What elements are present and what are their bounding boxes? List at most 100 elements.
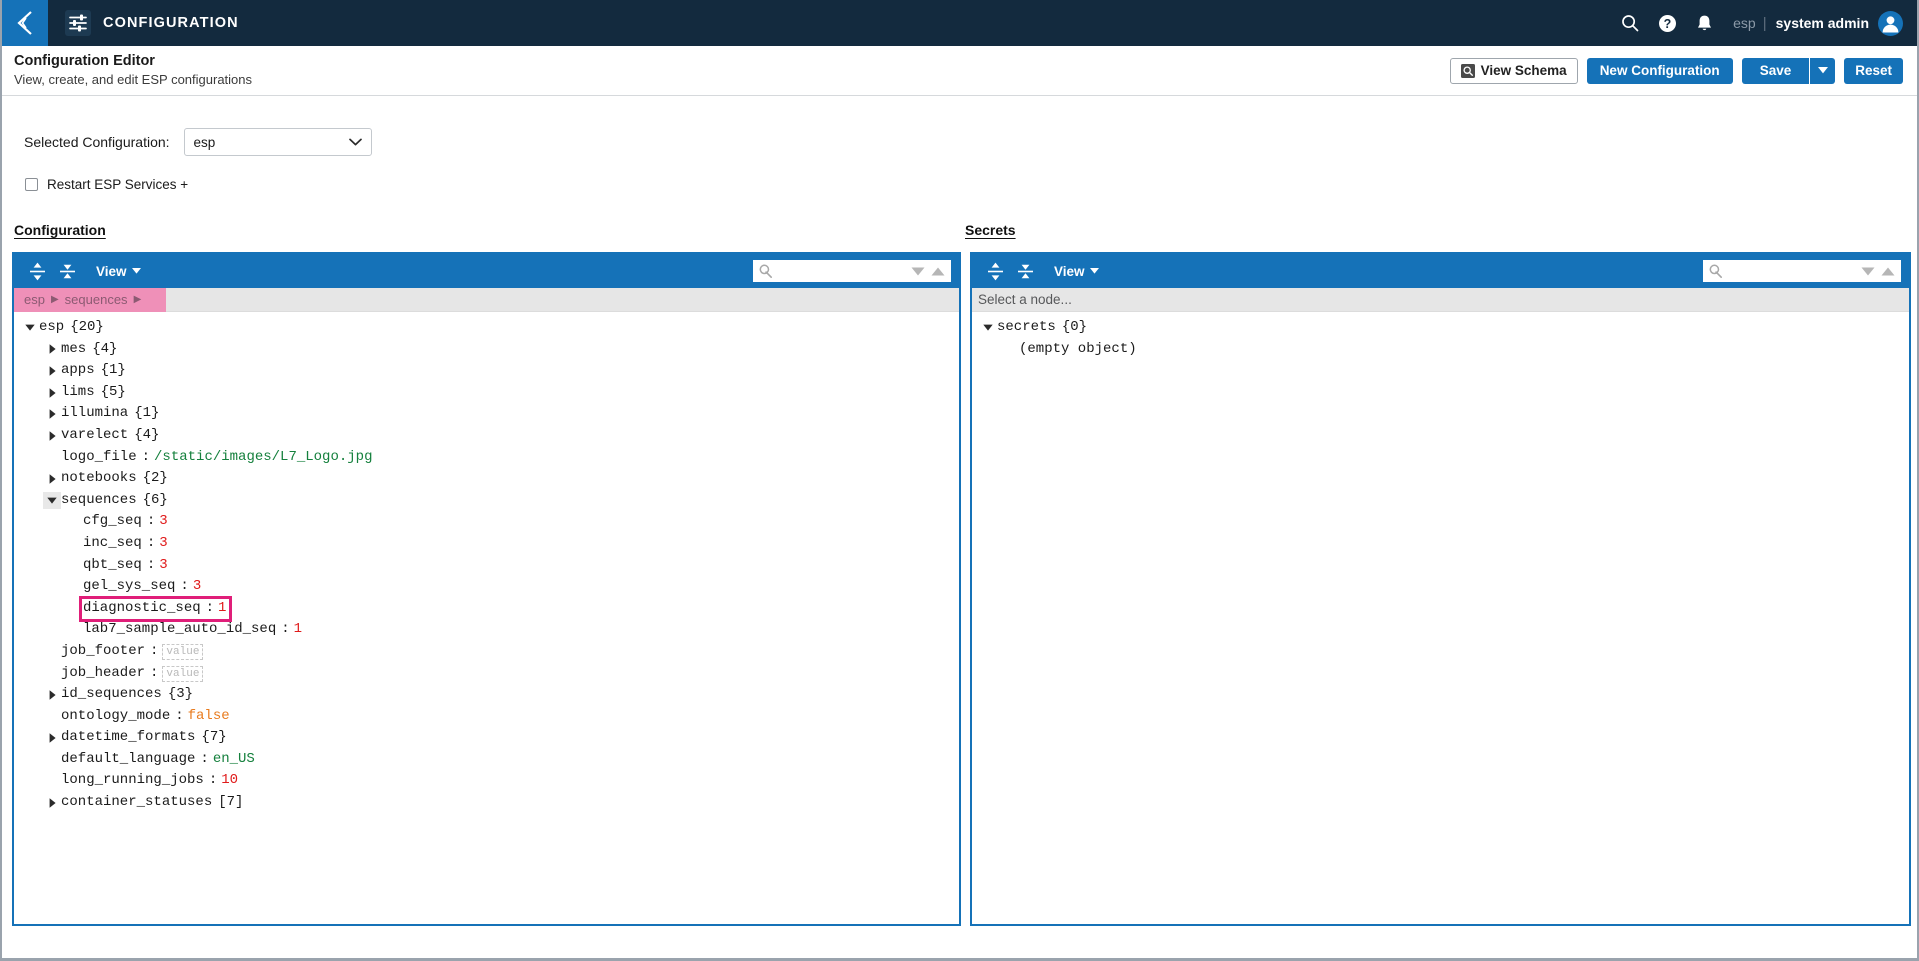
configuration-view-menu[interactable]: View — [96, 264, 141, 279]
tree-node[interactable]: diagnostic_seq:1 — [14, 595, 959, 622]
tree-node-key[interactable]: job_footer — [61, 643, 145, 659]
tree-node-key[interactable]: cfg_seq — [83, 513, 142, 529]
expand-all-icon[interactable] — [22, 257, 52, 285]
tree-node-value[interactable]: 1 — [294, 621, 302, 637]
tree-twisty-collapsed-icon[interactable] — [43, 427, 61, 444]
triangle-down-icon[interactable] — [1861, 267, 1875, 276]
restart-services-checkbox[interactable] — [25, 178, 38, 191]
tree-twisty-collapsed-icon[interactable] — [43, 341, 61, 358]
restart-services-label[interactable]: Restart ESP Services + — [47, 177, 188, 192]
tree-node[interactable]: (empty object) — [972, 339, 1909, 361]
tree-node-key[interactable]: qbt_seq — [83, 557, 142, 573]
triangle-down-icon[interactable] — [911, 267, 925, 276]
tree-node-key[interactable]: secrets — [997, 319, 1056, 335]
save-button[interactable]: Save — [1741, 57, 1810, 84]
tree-node[interactable]: illumina {1} — [14, 403, 959, 425]
configuration-search-input[interactable] — [773, 262, 907, 280]
tree-node-key[interactable]: lab7_sample_auto_id_seq — [83, 621, 276, 637]
tree-node[interactable]: esp {20} — [14, 317, 959, 339]
tree-node-key[interactable]: notebooks — [61, 470, 137, 486]
tree-node-key[interactable]: esp — [39, 319, 64, 335]
tree-node[interactable]: logo_file:/static/images/L7_Logo.jpg — [14, 447, 959, 469]
triangle-up-icon[interactable] — [1881, 267, 1895, 276]
tree-node[interactable]: cfg_seq:3 — [14, 511, 959, 533]
tree-node-value[interactable]: 1 — [218, 598, 226, 620]
collapse-all-icon[interactable] — [1010, 257, 1040, 285]
new-configuration-button[interactable]: New Configuration — [1586, 57, 1733, 84]
tree-node-key[interactable]: long_running_jobs — [61, 772, 204, 788]
tree-node[interactable]: mes {4} — [14, 339, 959, 361]
tree-twisty-expanded-icon[interactable] — [21, 319, 39, 336]
tree-node[interactable]: job_header: value — [14, 663, 959, 685]
secrets-tree[interactable]: secrets {0} (empty object) — [972, 312, 1909, 924]
collapse-all-icon[interactable] — [52, 257, 82, 285]
tree-node[interactable]: datetime_formats {7} — [14, 727, 959, 749]
tree-node-key[interactable]: datetime_formats — [61, 729, 195, 745]
tree-node[interactable]: ontology_mode: false — [14, 706, 959, 728]
tree-node-key[interactable]: apps — [61, 362, 95, 378]
tree-node-value[interactable]: 10 — [221, 772, 238, 788]
tree-node-empty-value[interactable]: value — [162, 643, 204, 660]
tree-node[interactable]: lab7_sample_auto_id_seq:1 — [14, 619, 959, 641]
tree-node-value[interactable]: false — [188, 708, 230, 724]
back-button[interactable] — [2, 0, 48, 46]
avatar[interactable] — [1878, 10, 1903, 36]
configuration-search-box[interactable] — [753, 260, 951, 282]
tree-node-key[interactable]: default_language — [61, 751, 195, 767]
tree-twisty-expanded-icon[interactable] — [43, 492, 61, 510]
reset-button[interactable]: Reset — [1844, 57, 1903, 84]
breadcrumb[interactable]: esp ▶ sequences ▶ — [14, 287, 166, 312]
tree-node-key[interactable]: inc_seq — [83, 535, 142, 551]
tree-node-key[interactable]: illumina — [61, 405, 128, 421]
tree-node[interactable]: sequences {6} — [14, 490, 959, 512]
tree-twisty-expanded-icon[interactable] — [979, 319, 997, 336]
tree-node-key[interactable]: container_statuses — [61, 794, 212, 810]
tree-node-key[interactable]: job_header — [61, 665, 145, 681]
breadcrumb-item-sequences[interactable]: sequences — [65, 292, 128, 307]
tree-node-value[interactable]: en_US — [213, 751, 255, 767]
tree-twisty-collapsed-icon[interactable] — [43, 406, 61, 423]
tree-node[interactable]: secrets {0} — [972, 317, 1909, 339]
tree-node-key[interactable]: lims — [61, 384, 95, 400]
breadcrumb-item-esp[interactable]: esp — [24, 292, 45, 307]
tree-node-value[interactable]: /static/images/L7_Logo.jpg — [154, 449, 372, 465]
tree-node-value[interactable]: 3 — [159, 557, 167, 573]
tree-twisty-collapsed-icon[interactable] — [43, 686, 61, 703]
tree-node-key[interactable]: ontology_mode — [61, 708, 170, 724]
tree-node-key[interactable]: sequences — [61, 492, 137, 508]
tree-node[interactable]: lims {5} — [14, 382, 959, 404]
triangle-up-icon[interactable] — [931, 267, 945, 276]
tree-node[interactable]: id_sequences {3} — [14, 684, 959, 706]
tree-node[interactable]: job_footer: value — [14, 641, 959, 663]
tree-node[interactable]: inc_seq:3 — [14, 533, 959, 555]
secrets-search-box[interactable] — [1703, 260, 1901, 282]
bell-icon[interactable] — [1687, 0, 1721, 46]
tree-node[interactable]: qbt_seq:3 — [14, 555, 959, 577]
help-circle-icon[interactable]: ? — [1650, 0, 1684, 46]
tree-node-key[interactable]: mes — [61, 341, 86, 357]
tree-node-key[interactable]: gel_sys_seq — [83, 578, 175, 594]
search-icon[interactable] — [1613, 0, 1647, 46]
tree-node[interactable]: apps {1} — [14, 360, 959, 382]
tree-node[interactable]: long_running_jobs:10 — [14, 770, 959, 792]
tree-node[interactable]: default_language: en_US — [14, 749, 959, 771]
tree-twisty-collapsed-icon[interactable] — [43, 384, 61, 401]
tree-node-value[interactable]: 3 — [193, 578, 201, 594]
tree-node[interactable]: notebooks {2} — [14, 468, 959, 490]
tree-node-value[interactable]: 3 — [159, 513, 167, 529]
tree-node-key[interactable]: id_sequences — [61, 686, 162, 702]
expand-all-icon[interactable] — [980, 257, 1010, 285]
save-dropdown-button[interactable] — [1810, 57, 1836, 84]
tree-twisty-collapsed-icon[interactable] — [43, 794, 61, 811]
view-schema-button[interactable]: View Schema — [1449, 57, 1578, 84]
tree-twisty-collapsed-icon[interactable] — [43, 730, 61, 747]
configuration-tree[interactable]: esp {20} mes {4} apps {1} lims {5} illumina {1} va… — [14, 312, 959, 924]
tree-twisty-collapsed-icon[interactable] — [43, 362, 61, 379]
tree-node-value[interactable]: 3 — [159, 535, 167, 551]
secrets-search-input[interactable] — [1723, 262, 1857, 280]
tree-node[interactable]: varelect {4} — [14, 425, 959, 447]
tree-twisty-collapsed-icon[interactable] — [43, 470, 61, 487]
selected-configuration-dropdown[interactable]: esp — [183, 128, 372, 156]
tree-node-key[interactable]: logo_file — [61, 449, 137, 465]
tree-node-key[interactable]: varelect — [61, 427, 128, 443]
